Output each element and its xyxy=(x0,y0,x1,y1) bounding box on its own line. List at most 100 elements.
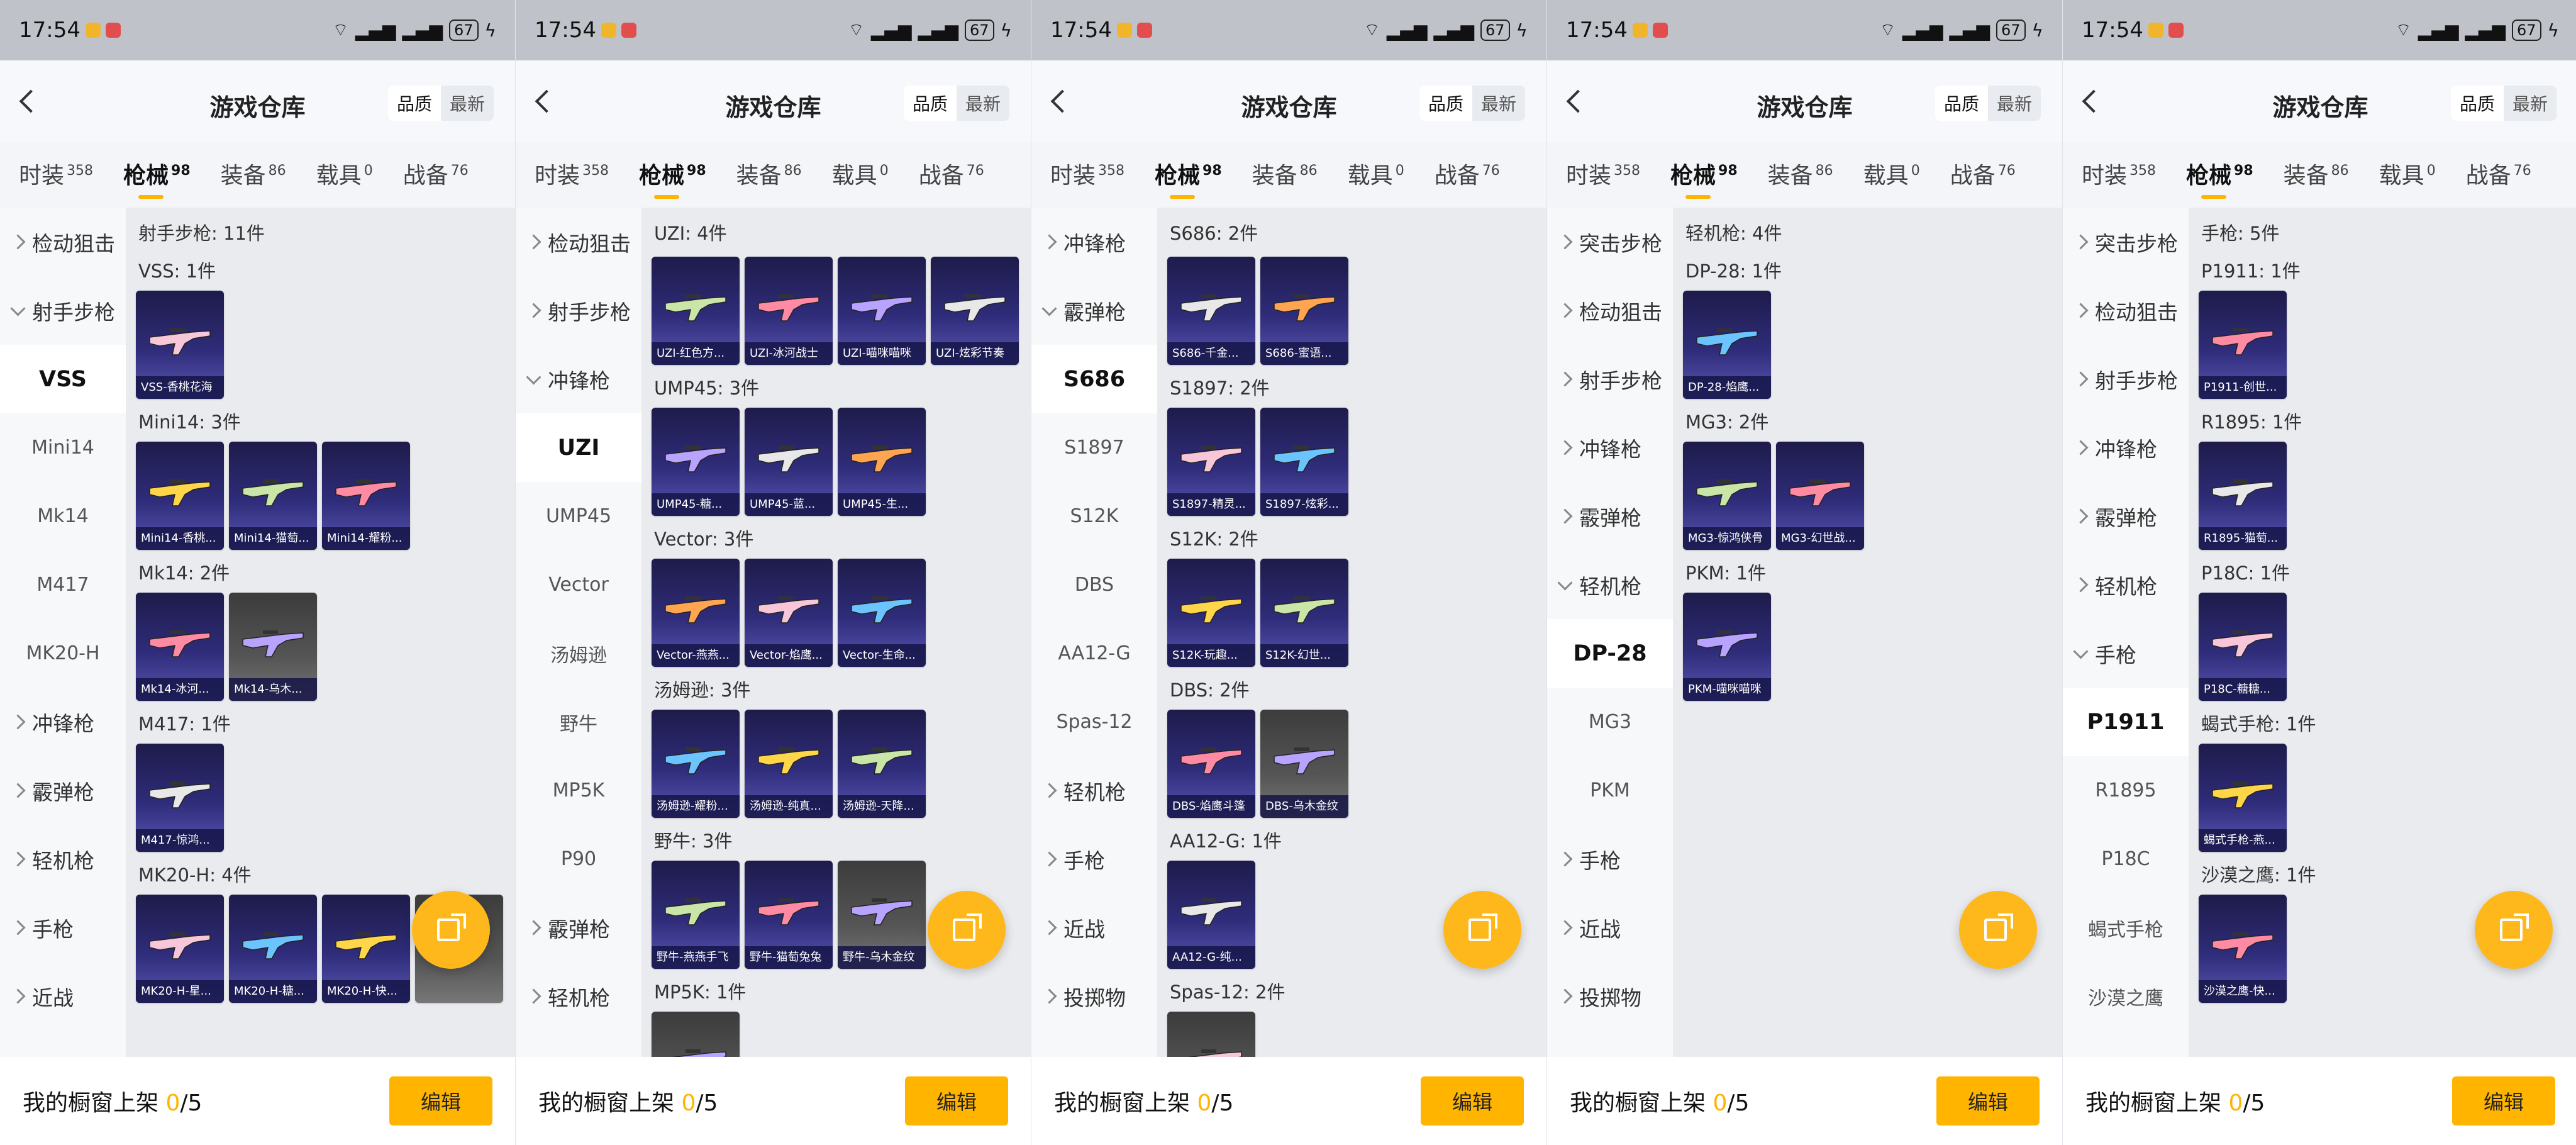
share-button[interactable] xyxy=(1959,891,2037,969)
sort-quality[interactable]: 品质 xyxy=(1419,86,1472,121)
skin-card[interactable]: M417-惊鸿... xyxy=(136,744,224,852)
skin-card[interactable]: DP-28-焰鹰... xyxy=(1683,291,1771,399)
skin-card[interactable]: MG3-幻世战... xyxy=(1776,442,1864,550)
sidebar-item[interactable]: 轻机枪 xyxy=(0,825,126,893)
skin-card[interactable]: R1895-猫萄... xyxy=(2199,442,2287,550)
sort-toggle[interactable]: 品质 最新 xyxy=(1935,86,2041,121)
skin-card[interactable]: 蝎式手枪-燕... xyxy=(2199,744,2287,852)
skin-card[interactable]: DBS-焰鹰斗篷 xyxy=(1167,710,1255,818)
sidebar-item[interactable]: 近战 xyxy=(0,962,126,1030)
share-button[interactable] xyxy=(412,891,490,969)
skin-card[interactable] xyxy=(1167,1012,1255,1057)
sidebar-item[interactable]: 霰弹枪 xyxy=(0,756,126,825)
sidebar-item[interactable]: 冲锋枪 xyxy=(0,688,126,756)
skin-card[interactable]: UMP45-糖... xyxy=(652,408,740,516)
sidebar-item[interactable]: 投掷物 xyxy=(1031,962,1157,1030)
tab-2[interactable]: 装备 86 xyxy=(1252,157,1318,190)
skin-card[interactable]: Mk14-冰河... xyxy=(136,593,224,701)
sidebar-item[interactable]: DBS xyxy=(1031,550,1157,619)
tab-0[interactable]: 时装 358 xyxy=(2082,157,2156,190)
sidebar-item[interactable]: 野牛 xyxy=(516,688,641,756)
tab-4[interactable]: 战备 76 xyxy=(919,157,984,190)
skin-card[interactable]: P1911-创世... xyxy=(2199,291,2287,399)
sidebar-item[interactable]: R1895 xyxy=(2063,756,2189,825)
sort-latest[interactable]: 最新 xyxy=(957,86,1009,121)
tab-1[interactable]: 枪械 98 xyxy=(2186,157,2253,199)
sidebar-item[interactable]: Vector xyxy=(516,550,641,619)
skin-card[interactable]: UZI-喵咪喵咪 xyxy=(838,257,926,365)
sidebar-item[interactable]: 霰弹枪 xyxy=(516,893,641,962)
sidebar-item[interactable]: 冲锋枪 xyxy=(1547,413,1673,482)
sort-quality[interactable]: 品质 xyxy=(387,86,441,121)
sidebar-item[interactable]: P1911 xyxy=(2063,688,2189,756)
skin-card[interactable]: MG3-惊鸿侠骨 xyxy=(1683,442,1771,550)
skin-card[interactable]: DBS-乌木金纹 xyxy=(1260,710,1348,818)
sort-quality[interactable]: 品质 xyxy=(1935,86,1988,121)
sort-toggle[interactable]: 品质 最新 xyxy=(903,86,1009,121)
tab-4[interactable]: 战备 76 xyxy=(1435,157,1500,190)
skin-card[interactable]: Vector-生命... xyxy=(838,559,926,667)
skin-card[interactable]: S12K-玩趣... xyxy=(1167,559,1255,667)
sidebar-item[interactable]: 手枪 xyxy=(0,893,126,962)
tab-4[interactable]: 战备 76 xyxy=(1950,157,2016,190)
skin-card[interactable]: S686-蜜语... xyxy=(1260,257,1348,365)
sidebar-item[interactable]: 手枪 xyxy=(2063,619,2189,688)
skin-card[interactable]: UMP45-生... xyxy=(838,408,926,516)
tab-4[interactable]: 战备 76 xyxy=(403,157,469,190)
tab-0[interactable]: 时装 358 xyxy=(1050,157,1124,190)
skin-card[interactable]: Mini14-耀粉... xyxy=(322,442,410,550)
sort-toggle[interactable]: 品质 最新 xyxy=(2450,86,2557,121)
sidebar-item[interactable]: 近战 xyxy=(1031,893,1157,962)
edit-button[interactable]: 编辑 xyxy=(1420,1076,1524,1125)
sort-latest[interactable]: 最新 xyxy=(441,86,494,121)
sidebar-item[interactable]: 检动狙击 xyxy=(516,208,641,276)
sort-latest[interactable]: 最新 xyxy=(2504,86,2557,121)
sidebar-item[interactable]: 突击步枪 xyxy=(2063,208,2189,276)
skin-card[interactable]: 汤姆逊-天降... xyxy=(838,710,926,818)
sidebar-item[interactable]: Mini14 xyxy=(0,413,126,482)
skin-card[interactable]: Vector-焰鹰... xyxy=(745,559,833,667)
edit-button[interactable]: 编辑 xyxy=(2451,1076,2555,1125)
sidebar-item[interactable]: 射手步枪 xyxy=(2063,345,2189,413)
sidebar-item[interactable]: 投掷物 xyxy=(1547,962,1673,1030)
tab-0[interactable]: 时装 358 xyxy=(1566,157,1640,190)
skin-card[interactable]: P18C-糖糖... xyxy=(2199,593,2287,701)
sidebar-item[interactable]: P18C xyxy=(2063,825,2189,893)
edit-button[interactable]: 编辑 xyxy=(1936,1076,2040,1125)
skin-card[interactable]: MK20-H-星... xyxy=(136,895,224,1003)
skin-card[interactable]: VSS-香桃花海 xyxy=(136,291,224,399)
share-button[interactable] xyxy=(2475,891,2553,969)
sidebar-item[interactable]: 手枪 xyxy=(1547,825,1673,893)
share-button[interactable] xyxy=(1443,891,1521,969)
skin-card[interactable]: MK20-H-快... xyxy=(322,895,410,1003)
tab-3[interactable]: 载具 0 xyxy=(2379,157,2436,190)
tab-0[interactable]: 时装 358 xyxy=(535,157,609,190)
sidebar-item[interactable]: 检动狙击 xyxy=(1547,276,1673,345)
sidebar-item[interactable]: 霰弹枪 xyxy=(1547,482,1673,550)
sidebar-item[interactable]: 冲锋枪 xyxy=(2063,413,2189,482)
sort-latest[interactable]: 最新 xyxy=(1988,86,2041,121)
sidebar-item[interactable]: MG3 xyxy=(1547,688,1673,756)
sidebar-item[interactable]: Spas-12 xyxy=(1031,688,1157,756)
sidebar-item[interactable]: S12K xyxy=(1031,482,1157,550)
skin-card[interactable]: UMP45-蓝... xyxy=(745,408,833,516)
skin-card[interactable]: S1897-炫彩... xyxy=(1260,408,1348,516)
skin-card[interactable]: MK20-H-糖... xyxy=(229,895,317,1003)
sidebar-item[interactable]: 霰弹枪 xyxy=(2063,482,2189,550)
skin-card[interactable]: S686-千金... xyxy=(1167,257,1255,365)
sidebar-item[interactable]: 蝎式手枪 xyxy=(2063,893,2189,962)
sidebar-item[interactable]: 射手步枪 xyxy=(516,276,641,345)
sidebar-item[interactable]: S686 xyxy=(1031,345,1157,413)
sidebar-item[interactable]: S1897 xyxy=(1031,413,1157,482)
sidebar-item[interactable]: 沙漠之鹰 xyxy=(2063,962,2189,1030)
edit-button[interactable]: 编辑 xyxy=(904,1076,1008,1125)
sidebar-item[interactable]: 射手步枪 xyxy=(0,276,126,345)
sidebar-item[interactable]: 霰弹枪 xyxy=(1031,276,1157,345)
sidebar-item[interactable]: 轻机枪 xyxy=(2063,550,2189,619)
skin-card[interactable]: Mini14-香桃... xyxy=(136,442,224,550)
tab-2[interactable]: 装备 86 xyxy=(736,157,802,190)
tab-0[interactable]: 时装 358 xyxy=(19,157,93,190)
skin-card[interactable]: PKM-喵咪喵咪 xyxy=(1683,593,1771,701)
skin-card[interactable]: 野牛-燕燕手飞 xyxy=(652,861,740,969)
share-button[interactable] xyxy=(928,891,1006,969)
